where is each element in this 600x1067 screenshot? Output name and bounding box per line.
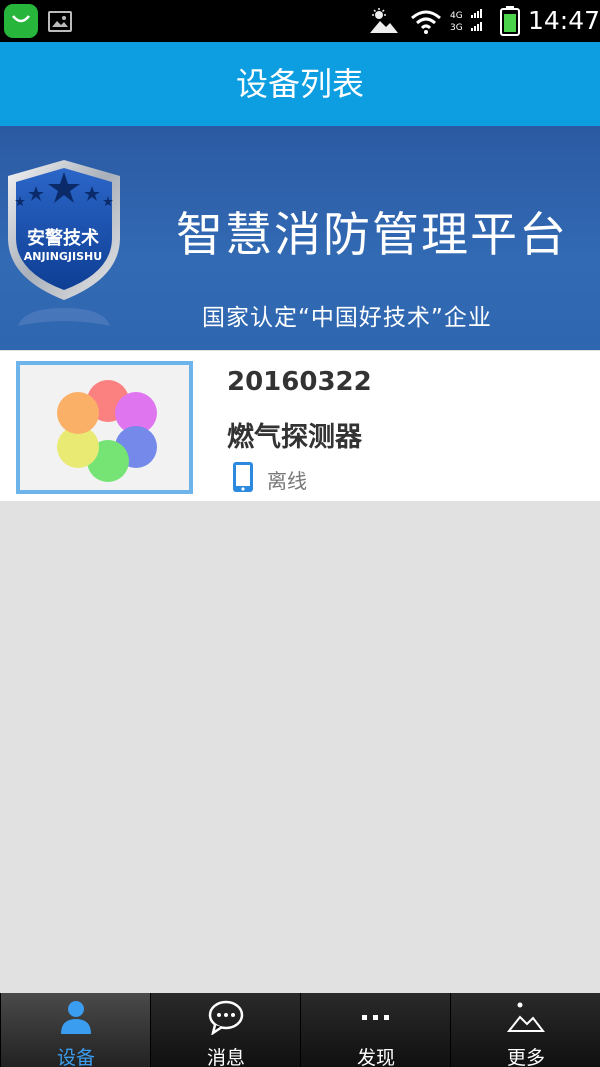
bottom-nav: 设备 消息 发现 更多	[0, 993, 600, 1067]
device-thumbnail	[16, 361, 193, 494]
title-bar: 设备列表	[0, 42, 600, 126]
nav-label-discover: 发现	[356, 1047, 395, 1067]
user-icon	[61, 1001, 91, 1034]
gallery-notification-icon	[48, 11, 72, 32]
signal-label-3g: 3G	[450, 23, 463, 33]
nav-item-more[interactable]: 更多	[450, 993, 600, 1067]
device-status: 离线	[267, 469, 307, 493]
device-name: 燃气探测器	[227, 422, 362, 453]
nav-label-devices: 设备	[56, 1047, 95, 1067]
photos-flower-icon	[57, 380, 157, 482]
battery-icon	[500, 6, 520, 36]
device-id: 20160322	[227, 367, 372, 397]
notification-app-icon	[4, 4, 38, 38]
nav-label-more: 更多	[506, 1047, 545, 1067]
status-bar: 4G 3G 14:47	[0, 0, 600, 42]
banner-title: 智慧消防管理平台	[176, 208, 568, 263]
dots-icon	[362, 1015, 389, 1020]
badge-subtext: ANJINGJISHU	[23, 250, 103, 263]
status-time: 14:47	[528, 6, 600, 35]
nav-item-discover[interactable]: 发现	[300, 993, 450, 1067]
chat-icon	[208, 1000, 244, 1035]
promo-banner: 安警技术 ANJINGJISHU 智慧消防管理平台 国家认定“中国好技术”企业	[0, 126, 600, 350]
banner-subtitle: 国家认定“中国好技术”企业	[202, 305, 492, 331]
signal-icon: 4G 3G	[450, 9, 482, 33]
mountain-icon	[507, 1002, 545, 1032]
badge-text: 安警技术	[27, 228, 99, 249]
device-list-item[interactable]: 20160322 燃气探测器 离线	[0, 351, 600, 501]
nav-label-messages: 消息	[206, 1047, 245, 1067]
page-title: 设备列表	[235, 65, 364, 103]
nav-item-messages[interactable]: 消息	[150, 993, 300, 1067]
weather-icon	[370, 8, 398, 33]
nav-item-devices[interactable]: 设备	[0, 993, 150, 1067]
phone-icon	[233, 462, 253, 492]
signal-label-4g: 4G	[450, 11, 463, 21]
wifi-icon	[411, 10, 441, 34]
